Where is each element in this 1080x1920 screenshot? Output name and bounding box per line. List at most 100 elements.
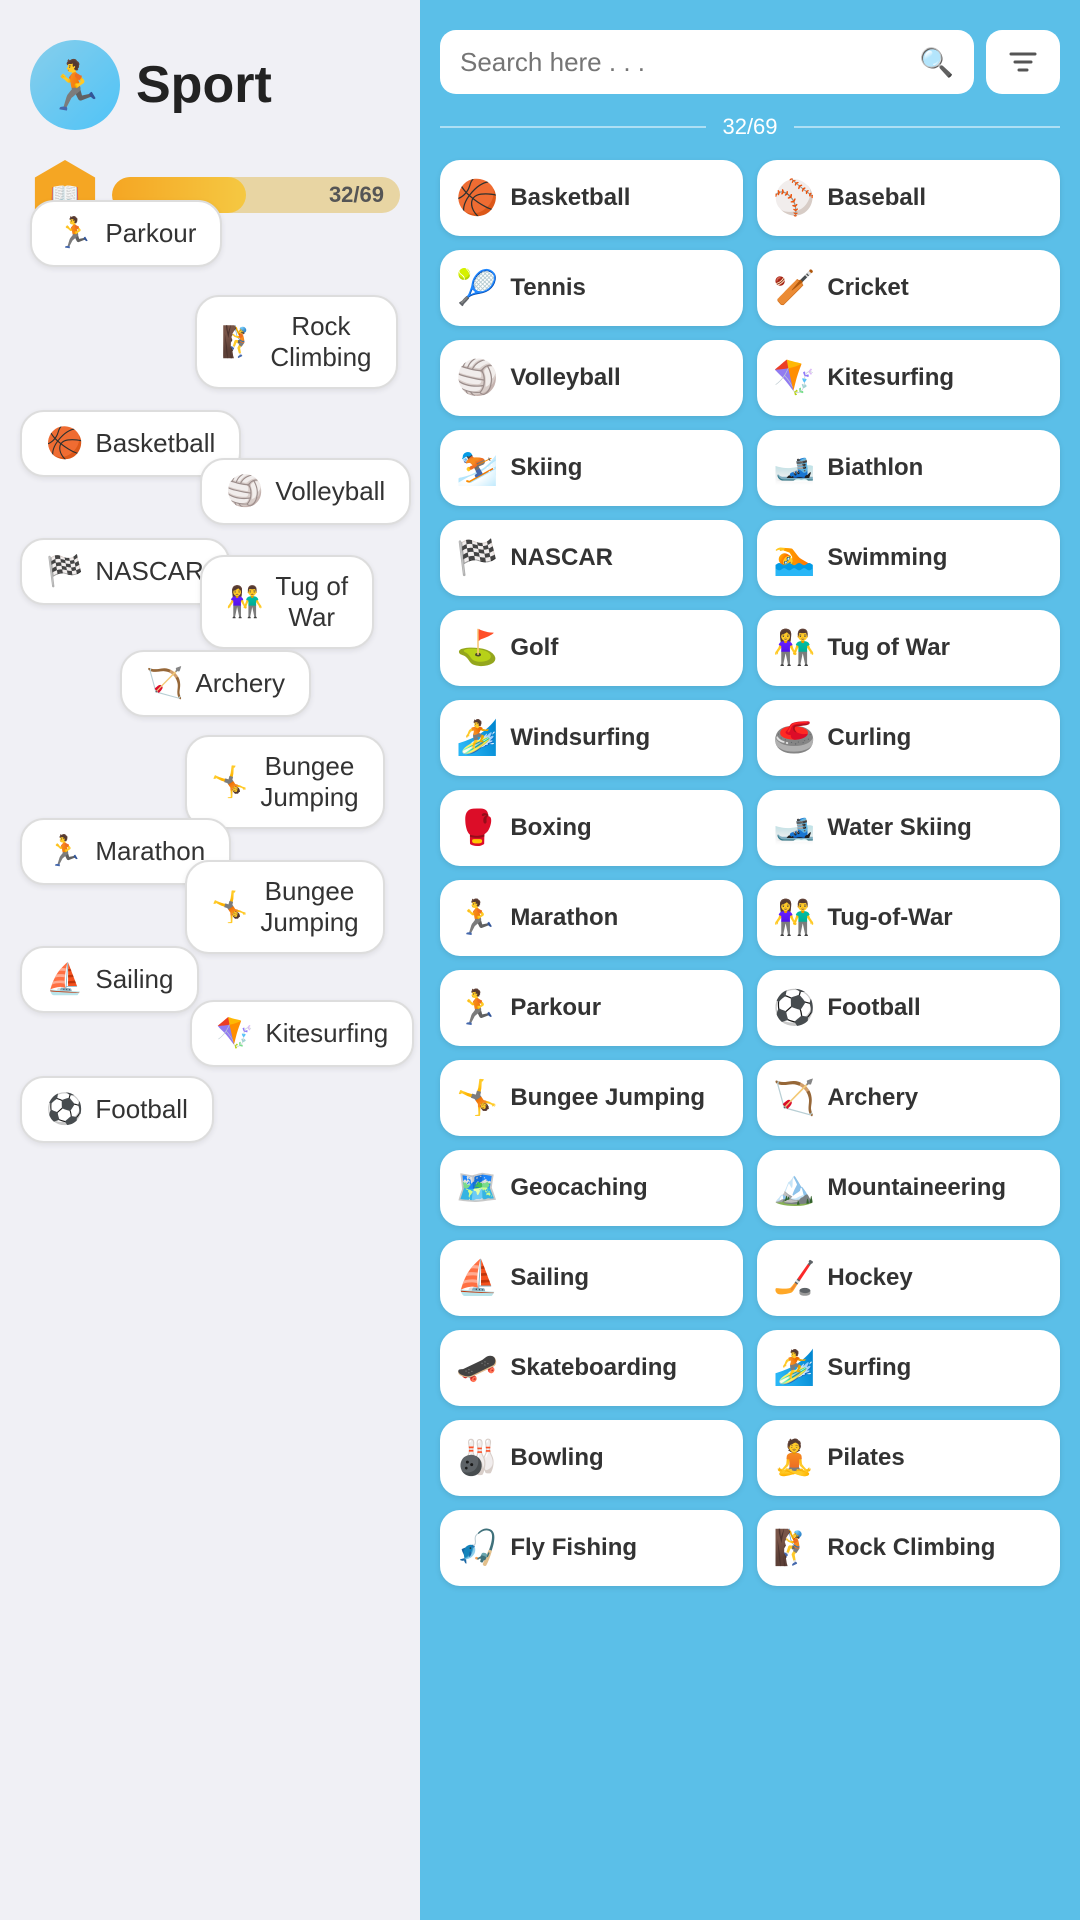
sport-emoji-bowling: 🎳 (456, 1438, 498, 1478)
left-item-kitesurfing[interactable]: 🪁 Kitesurfing (190, 1000, 414, 1067)
sport-card-archery[interactable]: 🏹 Archery (757, 1060, 1060, 1136)
sport-card-hockey[interactable]: 🏒 Hockey (757, 1240, 1060, 1316)
filter-button[interactable] (986, 30, 1060, 94)
sport-label-geocaching: Geocaching (510, 1174, 647, 1203)
sport-emoji-volleyball: 🏐 (456, 358, 498, 398)
sport-card-mountaineering[interactable]: 🏔️ Mountaineering (757, 1150, 1060, 1226)
sport-label-golf: Golf (510, 634, 558, 663)
volleyball-emoji: 🏐 (226, 474, 263, 509)
sport-emoji-rock-climbing: 🧗 (773, 1528, 815, 1568)
sport-label-skiing: Skiing (510, 454, 582, 483)
sport-emoji-bungee: 🤸 (456, 1078, 498, 1118)
right-panel: 🔍 32/69 🏀 Basketball ⚾ Baseball 🎾 Tennis… (420, 0, 1080, 1920)
left-item-bungee1[interactable]: 🤸 BungeeJumping (185, 735, 385, 829)
sport-emoji-water-skiing: 🎿 (773, 808, 815, 848)
sport-card-cricket[interactable]: 🏏 Cricket (757, 250, 1060, 326)
sport-label-hockey: Hockey (827, 1264, 912, 1293)
sport-label-kitesurfing: Kitesurfing (827, 364, 954, 393)
sport-card-nascar[interactable]: 🏁 NASCAR (440, 520, 743, 596)
parkour-label: Parkour (105, 218, 196, 249)
search-input-container[interactable]: 🔍 (440, 30, 974, 94)
progress-text: 32/69 (329, 182, 384, 208)
sport-label-football: Football (827, 994, 920, 1023)
basketball-emoji: 🏀 (46, 426, 83, 461)
left-item-archery[interactable]: 🏹 Archery (120, 650, 311, 717)
sport-label-curling: Curling (827, 724, 911, 753)
sport-label-biathlon: Biathlon (827, 454, 923, 483)
sport-label-marathon: Marathon (510, 904, 618, 933)
sport-emoji-marathon: 🏃 (456, 898, 498, 938)
marathon-label: Marathon (95, 836, 205, 867)
left-item-parkour[interactable]: 🏃 Parkour (30, 200, 222, 267)
sport-label-boxing: Boxing (510, 814, 591, 843)
sport-emoji-golf: ⛳ (456, 628, 498, 668)
archery-label: Archery (195, 668, 285, 699)
sport-card-football[interactable]: ⚽ Football (757, 970, 1060, 1046)
sport-card-tug-of-war-2[interactable]: 👫 Tug-of-War (757, 880, 1060, 956)
search-input[interactable] (460, 47, 909, 78)
sport-card-golf[interactable]: ⛳ Golf (440, 610, 743, 686)
sport-card-pilates[interactable]: 🧘 Pilates (757, 1420, 1060, 1496)
sport-card-sailing[interactable]: ⛵ Sailing (440, 1240, 743, 1316)
sport-label-volleyball: Volleyball (510, 364, 620, 393)
tug-label: Tug ofWar (275, 571, 348, 633)
kitesurfing-emoji: 🪁 (216, 1016, 253, 1051)
sport-emoji-nascar: 🏁 (456, 538, 498, 578)
sport-emoji-basketball: 🏀 (456, 178, 498, 218)
sport-card-biathlon[interactable]: 🎿 Biathlon (757, 430, 1060, 506)
search-icon[interactable]: 🔍 (919, 46, 954, 79)
left-item-bungee2[interactable]: 🤸 BungeeJumping (185, 860, 385, 954)
sport-card-skiing[interactable]: ⛷️ Skiing (440, 430, 743, 506)
left-item-rock-climbing[interactable]: 🧗 RockClimbing (195, 295, 398, 389)
app-title: Sport (136, 55, 272, 115)
sport-emoji-kitesurfing: 🪁 (773, 358, 815, 398)
sport-card-boxing[interactable]: 🥊 Boxing (440, 790, 743, 866)
left-item-nascar[interactable]: 🏁 NASCAR (20, 538, 230, 605)
sport-card-tug-of-war[interactable]: 👫 Tug of War (757, 610, 1060, 686)
sport-card-bowling[interactable]: 🎳 Bowling (440, 1420, 743, 1496)
sport-card-geocaching[interactable]: 🗺️ Geocaching (440, 1150, 743, 1226)
sport-card-water-skiing[interactable]: 🎿 Water Skiing (757, 790, 1060, 866)
progress-count: 32/69 (722, 114, 777, 140)
sport-emoji-pilates: 🧘 (773, 1438, 815, 1478)
kitesurfing-label: Kitesurfing (265, 1018, 388, 1049)
marathon-emoji: 🏃 (46, 834, 83, 869)
sport-card-fly-fishing[interactable]: 🎣 Fly Fishing (440, 1510, 743, 1586)
football-emoji: ⚽ (46, 1092, 83, 1127)
left-item-volleyball[interactable]: 🏐 Volleyball (200, 458, 411, 525)
left-item-football[interactable]: ⚽ Football (20, 1076, 214, 1143)
sport-card-marathon[interactable]: 🏃 Marathon (440, 880, 743, 956)
search-bar: 🔍 (440, 30, 1060, 94)
sport-card-surfing[interactable]: 🏄 Surfing (757, 1330, 1060, 1406)
sport-emoji-mountaineering: 🏔️ (773, 1168, 815, 1208)
sport-card-rock-climbing[interactable]: 🧗 Rock Climbing (757, 1510, 1060, 1586)
sport-label-windsurfing: Windsurfing (510, 724, 650, 753)
sport-label-archery: Archery (827, 1084, 918, 1113)
archery-emoji: 🏹 (146, 666, 183, 701)
sport-card-swimming[interactable]: 🏊 Swimming (757, 520, 1060, 596)
sport-card-baseball[interactable]: ⚾ Baseball (757, 160, 1060, 236)
sport-emoji-geocaching: 🗺️ (456, 1168, 498, 1208)
basketball-label: Basketball (95, 428, 215, 459)
sport-card-basketball[interactable]: 🏀 Basketball (440, 160, 743, 236)
sport-emoji-tug-of-war: 👫 (773, 628, 815, 668)
sport-emoji-boxing: 🥊 (456, 808, 498, 848)
sailing-emoji: ⛵ (46, 962, 83, 997)
left-item-sailing[interactable]: ⛵ Sailing (20, 946, 199, 1013)
sport-label-bungee: Bungee Jumping (510, 1084, 705, 1113)
bungee1-emoji: 🤸 (211, 765, 248, 800)
sport-emoji-sailing: ⛵ (456, 1258, 498, 1298)
sport-card-skateboarding[interactable]: 🛹 Skateboarding (440, 1330, 743, 1406)
left-item-tug-of-war[interactable]: 👫 Tug ofWar (200, 555, 374, 649)
sport-card-windsurfing[interactable]: 🏄 Windsurfing (440, 700, 743, 776)
sport-card-tennis[interactable]: 🎾 Tennis (440, 250, 743, 326)
sport-emoji-surfing: 🏄 (773, 1348, 815, 1388)
sport-card-bungee[interactable]: 🤸 Bungee Jumping (440, 1060, 743, 1136)
sport-card-curling[interactable]: 🥌 Curling (757, 700, 1060, 776)
sport-card-parkour[interactable]: 🏃 Parkour (440, 970, 743, 1046)
sport-card-volleyball[interactable]: 🏐 Volleyball (440, 340, 743, 416)
sport-emoji-baseball: ⚾ (773, 178, 815, 218)
sport-card-kitesurfing[interactable]: 🪁 Kitesurfing (757, 340, 1060, 416)
progress-line-left (440, 126, 706, 128)
left-panel: 🏃 Sport 📖 32/69 🏃 Parkour 🧗 RockClimbing… (0, 0, 420, 1920)
